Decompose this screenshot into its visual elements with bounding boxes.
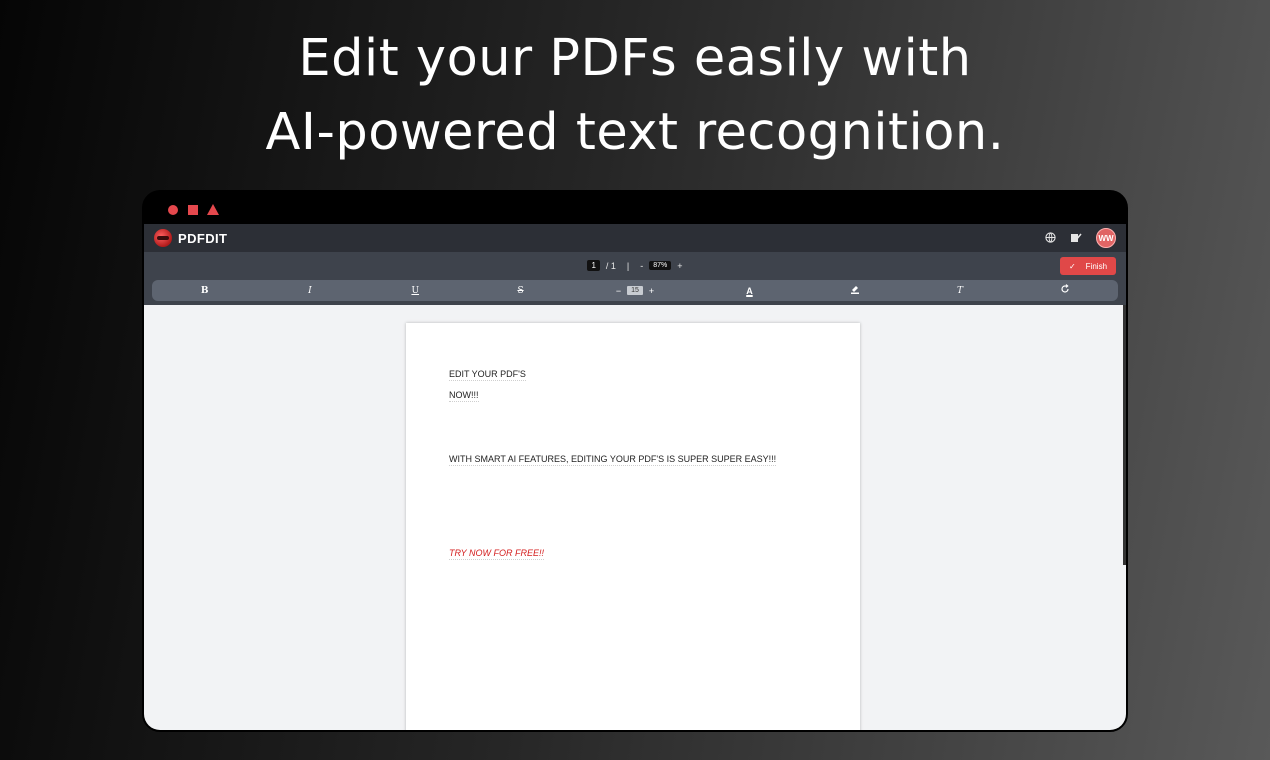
highlight-icon[interactable]	[845, 284, 865, 297]
window-maximize-control[interactable]	[188, 205, 198, 215]
page-toolbar: 1 / 1 | - 87% + ✓ Finish	[144, 252, 1126, 279]
window-titlebar	[144, 192, 1126, 224]
rotate-icon[interactable]	[1055, 284, 1075, 297]
finish-label: Finish	[1085, 261, 1108, 271]
italic-button[interactable]: I	[300, 286, 320, 296]
doc-text-line-2[interactable]: NOW!!!	[449, 389, 479, 402]
format-toolbar-wrap: B I U S − 15 + A T	[144, 279, 1126, 305]
window-minimize-control[interactable]	[207, 204, 219, 215]
brand-name: PDFDIT	[178, 230, 228, 246]
pdf-page[interactable]: EDIT YOUR PDF'S NOW!!! WITH SMART AI FEA…	[406, 323, 860, 730]
globe-icon[interactable]	[1045, 231, 1056, 245]
pdfdit-logo-icon	[154, 229, 172, 247]
user-avatar[interactable]: WW	[1096, 228, 1116, 248]
text-color-button[interactable]: A	[739, 286, 759, 296]
check-icon: ✓	[1068, 261, 1076, 271]
doc-text-line-3[interactable]: WITH SMART AI FEATURES, EDITING YOUR PDF…	[449, 453, 777, 466]
page-total: / 1	[605, 260, 616, 271]
finish-button[interactable]: ✓ Finish	[1060, 257, 1116, 275]
zoom-in-button[interactable]: +	[677, 261, 682, 271]
workspace-scrollbar[interactable]	[1123, 305, 1126, 565]
signature-icon[interactable]	[1070, 232, 1082, 245]
font-size-increase-button[interactable]: +	[649, 286, 654, 296]
zoom-level[interactable]: 87%	[649, 261, 672, 270]
doc-text-line-4[interactable]: TRY NOW FOR FREE!!	[449, 547, 545, 560]
current-page-input[interactable]: 1	[587, 260, 600, 271]
font-size-decrease-button[interactable]: −	[616, 286, 621, 296]
document-workspace[interactable]: EDIT YOUR PDF'S NOW!!! WITH SMART AI FEA…	[144, 305, 1126, 730]
window-close-control[interactable]	[168, 205, 178, 215]
underline-button[interactable]: U	[405, 286, 425, 296]
clear-format-button[interactable]: T	[950, 286, 970, 296]
headline-line-2: AI-powered text recognition.	[265, 103, 1005, 162]
app-window: PDFDIT WW 1 / 1 | - 87% + ✓ Finish B I U…	[142, 190, 1128, 732]
strikethrough-button[interactable]: S	[511, 286, 531, 296]
app-header: PDFDIT WW	[144, 224, 1126, 252]
headline-line-1: Edit your PDFs easily with	[298, 29, 972, 88]
hero-headline: Edit your PDFs easily with AI-powered te…	[0, 22, 1270, 170]
pager-divider: |	[626, 260, 630, 271]
zoom-out-button[interactable]: -	[640, 261, 643, 271]
font-size-input[interactable]: 15	[627, 286, 643, 295]
format-toolbar: B I U S − 15 + A T	[152, 280, 1118, 301]
bold-button[interactable]: B	[195, 286, 215, 296]
doc-text-line-1[interactable]: EDIT YOUR PDF'S	[449, 368, 526, 381]
font-size-control: − 15 +	[616, 286, 654, 296]
